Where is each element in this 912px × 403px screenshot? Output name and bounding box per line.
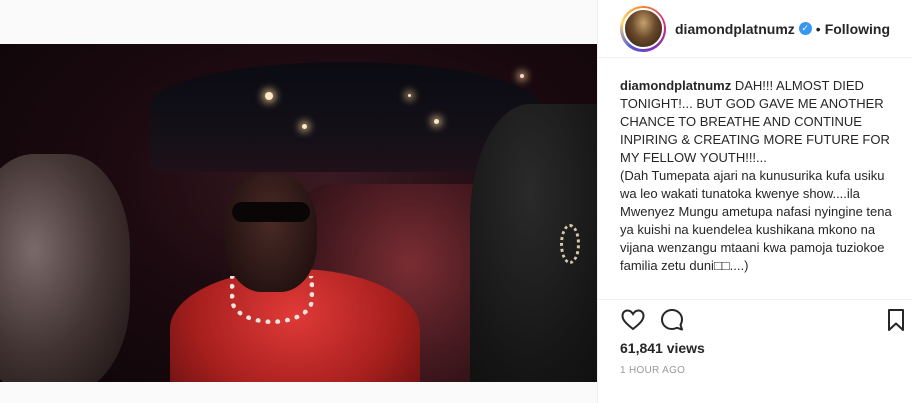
bookmark-icon[interactable]	[883, 307, 909, 333]
section-divider	[598, 299, 912, 300]
city-light	[302, 124, 307, 129]
sunglasses	[232, 202, 310, 222]
view-count[interactable]: 61,841 views	[620, 340, 705, 356]
comment-icon[interactable]	[659, 307, 685, 333]
post-panel: diamondplatnumz ✓ • Following diamondpla…	[597, 0, 912, 403]
verified-badge-icon: ✓	[798, 22, 812, 35]
caption-username-link[interactable]: diamondplatnumz	[620, 78, 731, 93]
following-button[interactable]: Following	[825, 21, 890, 37]
video-player[interactable]	[0, 44, 597, 382]
separator-dot: •	[815, 20, 821, 37]
silver-chain	[230, 276, 314, 324]
caption-paragraph-1: diamondplatnumz DAH!!! ALMOST DIED TONIG…	[620, 77, 900, 167]
header-text: diamondplatnumz ✓ • Following	[675, 21, 890, 37]
avatar-ring[interactable]	[620, 5, 666, 52]
avatar[interactable]	[622, 8, 664, 49]
person-head	[225, 172, 317, 292]
media-area	[0, 0, 597, 403]
caption: diamondplatnumz DAH!!! ALMOST DIED TONIG…	[620, 77, 900, 275]
car-door	[0, 154, 130, 382]
action-bar	[620, 307, 910, 333]
caption-text-swahili: (Dah Tumepata ajari na kunusurika kufa u…	[620, 168, 892, 273]
city-light	[520, 74, 524, 78]
city-light	[408, 94, 411, 97]
city-light	[265, 92, 273, 100]
post-timestamp[interactable]: 1 HOUR AGO	[620, 365, 685, 376]
city-light	[434, 119, 439, 124]
heart-icon[interactable]	[620, 307, 646, 333]
chain-right	[560, 224, 580, 264]
username-link[interactable]: diamondplatnumz	[675, 21, 795, 37]
post-header: diamondplatnumz ✓ • Following	[598, 0, 912, 58]
